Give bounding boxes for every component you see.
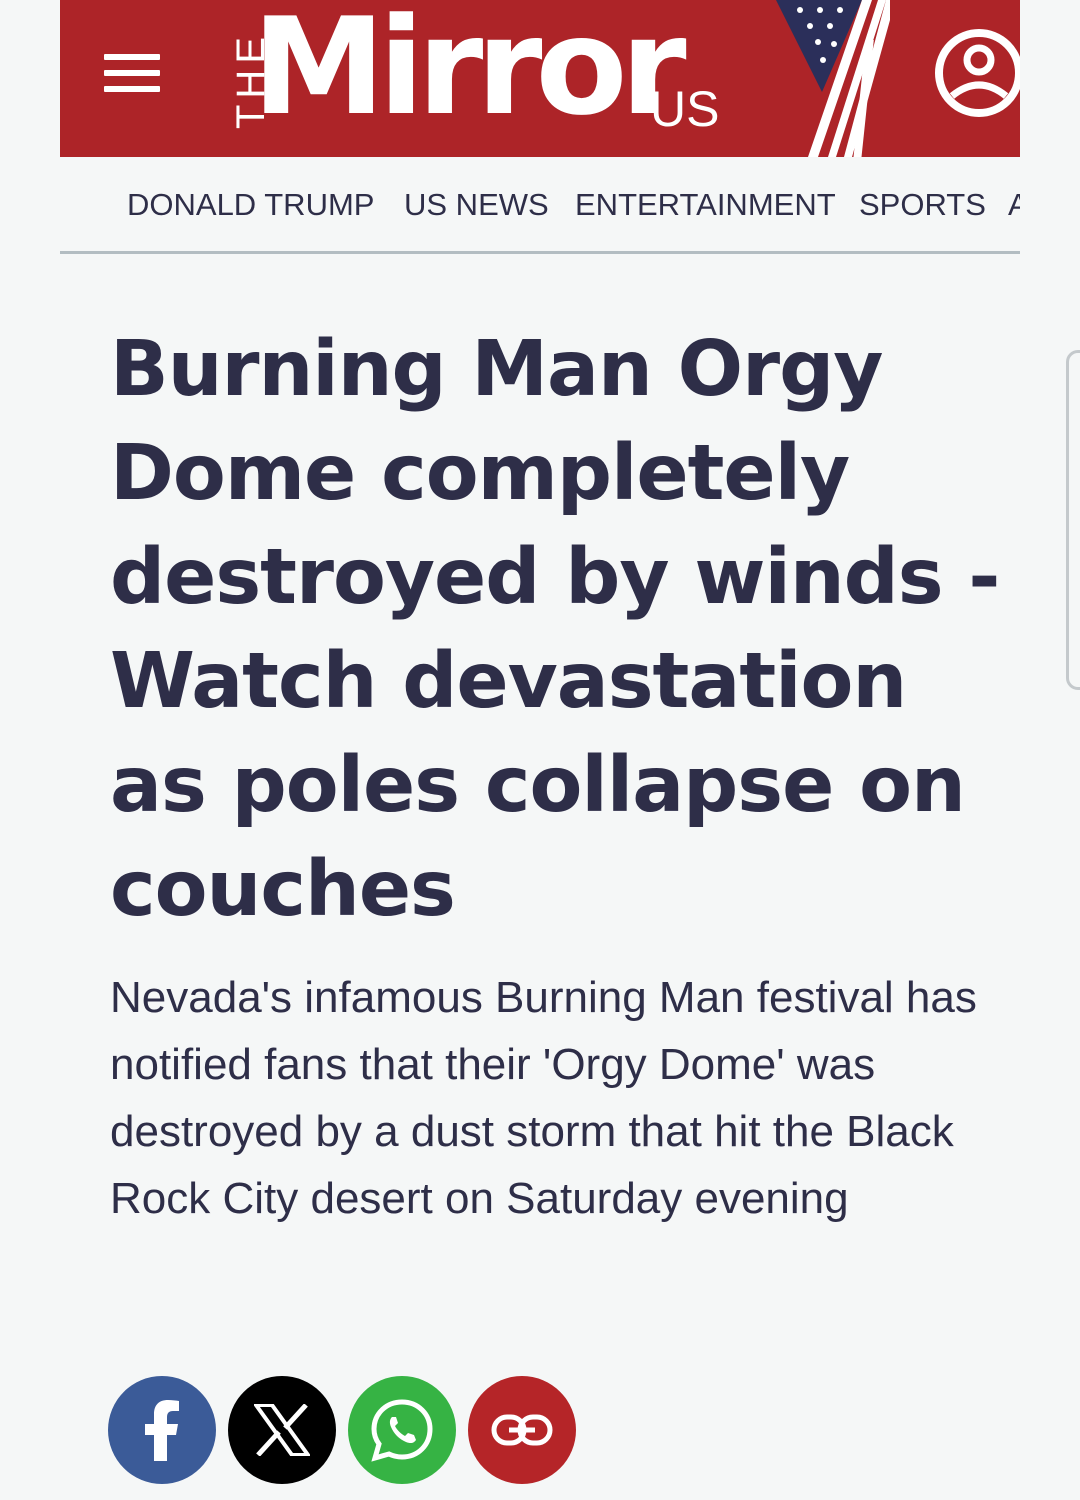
user-account-icon[interactable] [932,26,1020,120]
nav-item-donald-trump[interactable]: DONALD TRUMP [127,188,374,222]
site-logo[interactable]: THE Mirror US [200,0,890,157]
share-x-button[interactable] [228,1376,336,1484]
nav-item-sports[interactable]: SPORTS [859,188,986,222]
us-flag-graphic [776,0,890,157]
menu-bar [104,86,160,92]
logo-wordmark: Mirror [252,0,687,145]
share-bar [108,1376,588,1484]
section-nav: DONALD TRUMP US NEWS ENTERTAINMENT SPORT… [60,162,1020,254]
article-standfirst: Nevada's infamous Burning Man festival h… [110,973,977,1223]
nav-item-us-news[interactable]: US NEWS [404,188,549,222]
logo-edition: US [650,81,720,137]
nav-item-overflow[interactable]: A [1008,188,1020,222]
x-icon [254,1404,310,1456]
nav-item-entertainment[interactable]: ENTERTAINMENT [575,188,836,222]
whatsapp-icon [371,1399,433,1462]
hamburger-menu-icon[interactable] [104,54,160,92]
site-header: THE Mirror US [60,0,1020,157]
menu-bar [104,54,160,60]
share-whatsapp-button[interactable] [348,1376,456,1484]
menu-bar [104,70,160,76]
facebook-icon [145,1400,179,1461]
link-icon [491,1414,553,1446]
share-copy-link-button[interactable] [468,1376,576,1484]
share-facebook-button[interactable] [108,1376,216,1484]
scrollbar[interactable] [1066,350,1080,690]
article-headline: Burning Man Orgy Dome completely destroy… [110,325,1000,934]
